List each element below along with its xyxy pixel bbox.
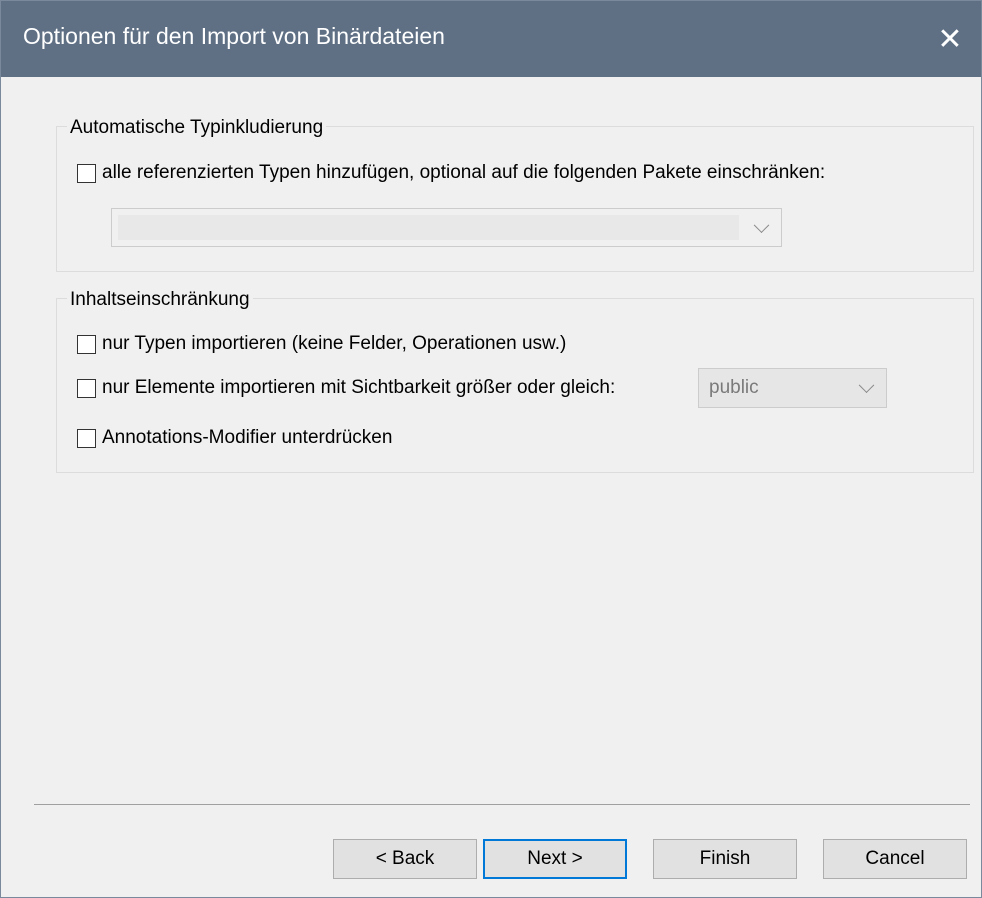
footer-separator: [34, 804, 970, 805]
chevron-down-icon: [753, 216, 770, 233]
back-button[interactable]: < Back: [333, 839, 477, 879]
suppress-annotations-option[interactable]: Annotations-Modifier unterdrücken: [77, 427, 392, 449]
visibility-combobox[interactable]: public: [698, 368, 887, 408]
visibility-value: public: [709, 377, 759, 398]
types-only-checkbox[interactable]: [77, 334, 96, 354]
finish-button[interactable]: Finish: [653, 839, 797, 879]
auto-type-inclusion-group: [56, 126, 974, 272]
close-button[interactable]: ✕: [919, 1, 981, 77]
import-options-dialog: Optionen für den Import von Binärdateien…: [0, 0, 982, 898]
add-referenced-types-checkbox[interactable]: [77, 163, 96, 183]
auto-type-inclusion-label: Automatische Typinkludierung: [67, 117, 327, 139]
cancel-button[interactable]: Cancel: [823, 839, 967, 879]
chevron-down-icon: [858, 377, 875, 394]
visibility-option[interactable]: nur Elemente importieren mit Sichtbarkei…: [77, 377, 615, 399]
close-icon: ✕: [937, 22, 963, 56]
suppress-annotations-label: Annotations-Modifier unterdrücken: [102, 427, 393, 448]
visibility-checkbox[interactable]: [77, 378, 96, 398]
next-button[interactable]: Next >: [483, 839, 627, 879]
types-only-option[interactable]: nur Typen importieren (keine Felder, Ope…: [77, 333, 566, 355]
types-only-label: nur Typen importieren (keine Felder, Ope…: [102, 333, 567, 354]
add-referenced-types-label: alle referenzierten Typen hinzufügen, op…: [102, 162, 826, 183]
title-bar: Optionen für den Import von Binärdateien…: [1, 1, 981, 77]
suppress-annotations-checkbox[interactable]: [77, 428, 96, 448]
visibility-label: nur Elemente importieren mit Sichtbarkei…: [102, 377, 616, 398]
dialog-title: Optionen für den Import von Binärdateien: [23, 23, 445, 49]
content-restriction-label: Inhaltseinschränkung: [67, 289, 253, 311]
packages-combobox[interactable]: [111, 208, 782, 247]
add-referenced-types-option[interactable]: alle referenzierten Typen hinzufügen, op…: [77, 162, 825, 184]
packages-input[interactable]: [118, 215, 739, 240]
